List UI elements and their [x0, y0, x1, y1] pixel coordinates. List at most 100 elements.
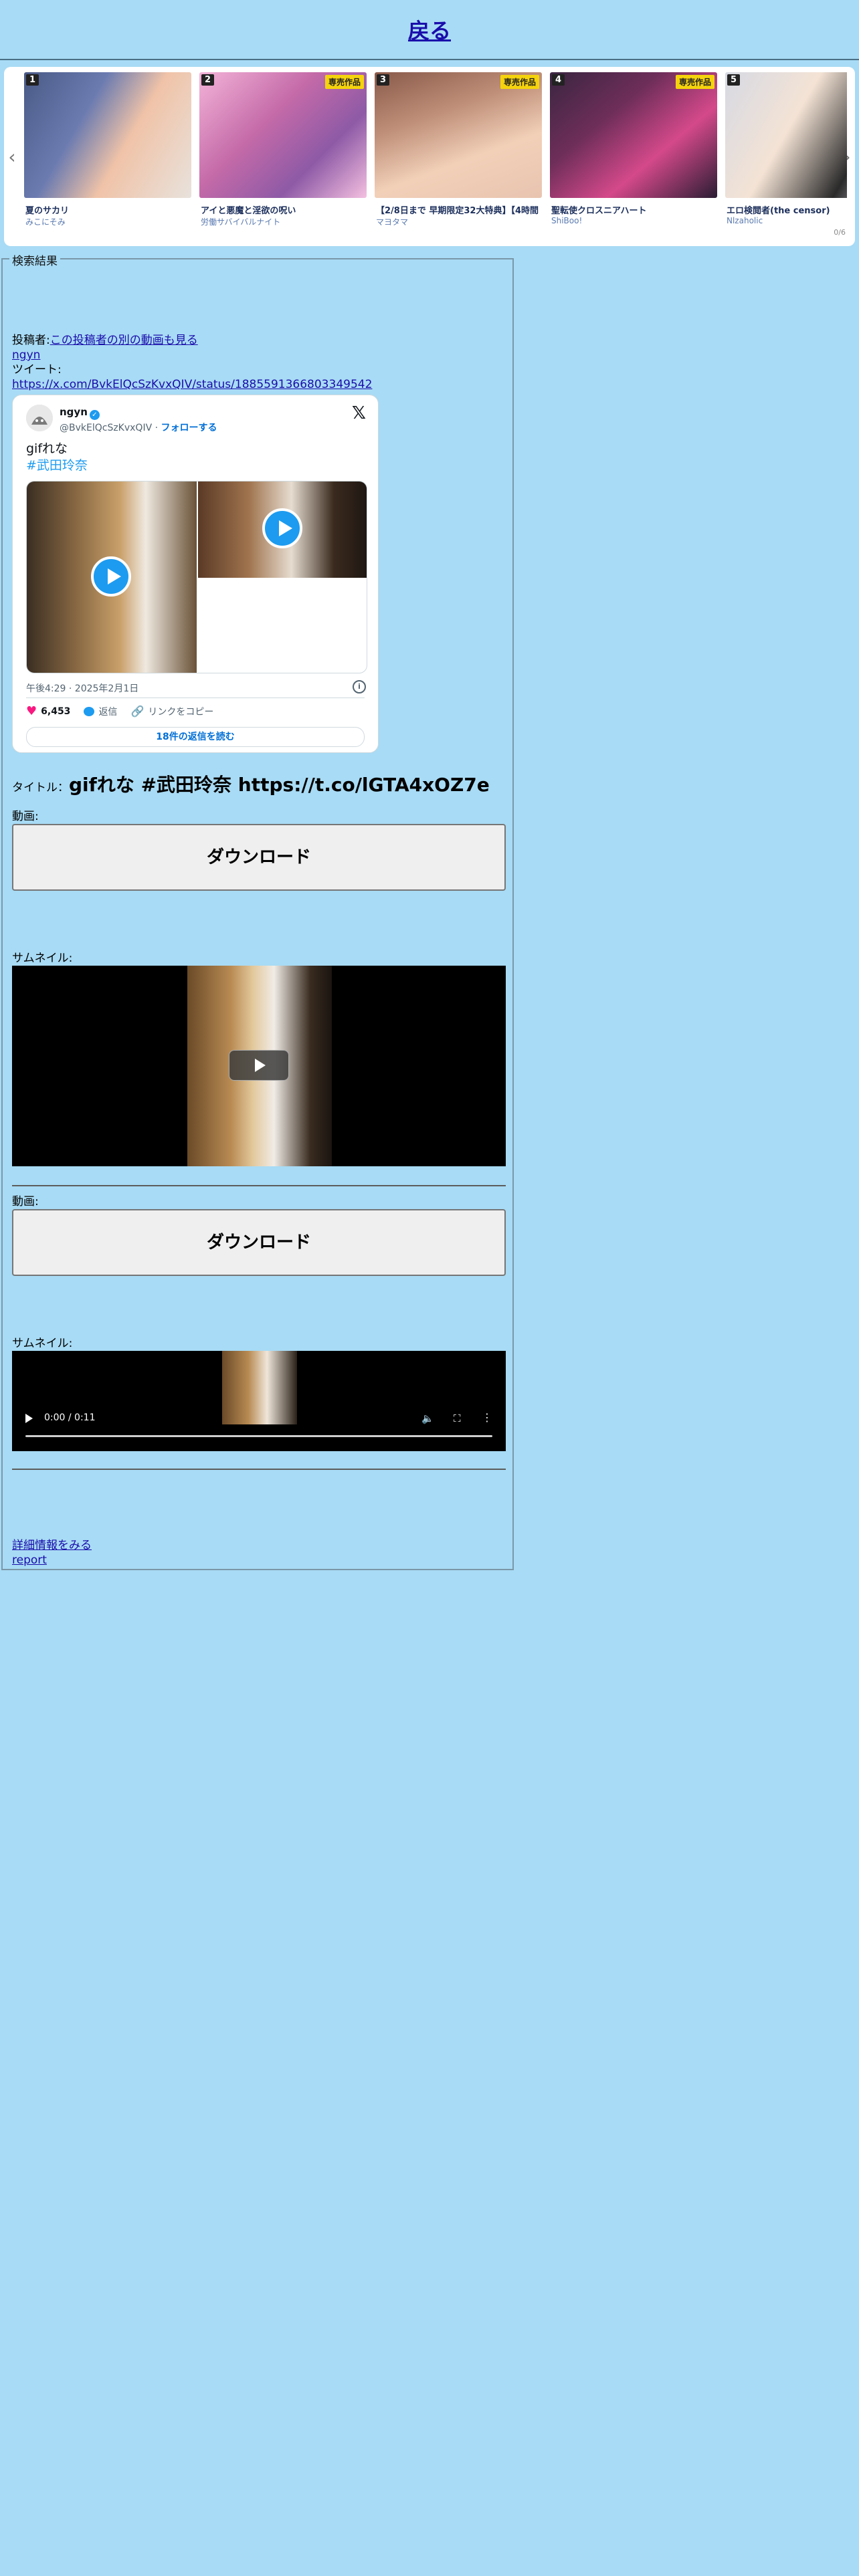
carousel-track: 1 夏のサカリ みこにそみ 2 専売作品 アイと悪魔と淫欲の呪い 労働サバイバル…	[24, 72, 847, 239]
card-circle[interactable]: マヨタマ	[376, 216, 542, 227]
tweet-video-2[interactable]	[198, 481, 367, 578]
reply-bubble-icon	[84, 706, 95, 716]
tweet-author-name[interactable]: ngyn	[60, 406, 88, 418]
carousel-card[interactable]: 2 専売作品 アイと悪魔と淫欲の呪い 労働サバイバルナイト	[199, 72, 367, 239]
tweet-actions: ♥ 6,453 返信 🔗 リンクをコピー	[26, 704, 213, 718]
card-rank: 2	[201, 74, 215, 86]
card-thumbnail[interactable]	[550, 72, 717, 198]
card-rank: 4	[552, 74, 565, 86]
card-rank: 5	[727, 74, 741, 86]
card-thumbnail[interactable]	[199, 72, 367, 198]
tweet-url-line: https://x.com/BvkElQcSzKvxQIV/status/188…	[12, 377, 372, 392]
info-icon[interactable]: i	[353, 680, 366, 693]
heart-icon: ♥	[26, 704, 37, 718]
copy-link-action[interactable]: 🔗 リンクをコピー	[130, 705, 213, 718]
section-divider	[12, 1469, 506, 1470]
handle-separator: ·	[155, 423, 159, 433]
tweet-handle-line: @BvkElQcSzKvxQIV · フォローする	[60, 421, 217, 434]
card-title[interactable]: 夏のサカリ	[25, 203, 191, 216]
card-badge: 専売作品	[500, 75, 539, 89]
tweet-embed: ngyn ✓ @BvkElQcSzKvxQIV · フォローする 𝕏 gifれな …	[12, 395, 379, 753]
poster-line: 投稿者:この投稿者の別の動画も見る	[12, 333, 198, 348]
report-line: report	[12, 1553, 47, 1568]
download-button[interactable]: ダウンロード	[12, 824, 506, 891]
play-icon[interactable]	[91, 556, 131, 597]
video-label: 動画:	[12, 810, 39, 823]
video-label: 動画:	[12, 1195, 39, 1208]
card-circle[interactable]: Nlzaholic	[727, 216, 847, 225]
page-header: 戻る	[0, 0, 859, 60]
video-player[interactable]: 0:00 / 0:11 🔈 ⛶ ⋮	[12, 1351, 506, 1451]
video-time: 0:00 / 0:11	[44, 1412, 96, 1423]
follow-link[interactable]: フォローする	[161, 423, 217, 433]
tweet-label: ツイート:	[12, 363, 62, 377]
back-link[interactable]: 戻る	[408, 14, 451, 45]
tweet-author-line: ngyn ✓	[60, 406, 100, 420]
thumbnail-label: サムネイル:	[12, 1337, 73, 1350]
card-title[interactable]: アイと悪魔と淫欲の呪い	[201, 203, 367, 216]
carousel-prev-icon[interactable]: ‹	[5, 146, 19, 168]
video-title-line: タイトル：gifれな #武田玲奈 https://t.co/lGTA4xOZ7e	[12, 770, 490, 797]
carousel-card[interactable]: 3 専売作品 【2/8日まで 早期限定32大特典】【4時間 マヨタマ	[375, 72, 542, 239]
video-frame	[222, 1351, 297, 1424]
video-title: gifれな #武田玲奈 https://t.co/lGTA4xOZ7e	[69, 774, 490, 796]
thumbnail-video-player[interactable]	[12, 966, 506, 1166]
poster-more-link[interactable]: この投稿者の別の動画も見る	[50, 334, 198, 347]
carousel-card[interactable]: 1 夏のサカリ みこにそみ	[24, 72, 191, 239]
seek-bar[interactable]	[25, 1435, 492, 1437]
avatar-image	[26, 405, 53, 431]
play-button-icon[interactable]	[229, 1050, 289, 1081]
section-divider	[12, 1185, 506, 1186]
card-circle[interactable]: ShiBoo!	[551, 216, 717, 225]
tweet-handle[interactable]: @BvkElQcSzKvxQIV	[60, 423, 152, 433]
download-button[interactable]: ダウンロード	[12, 1209, 506, 1276]
read-replies-button[interactable]: 18件の返信を読む	[26, 727, 365, 747]
tweet-media-grid	[26, 481, 367, 673]
ranking-carousel: ‹ › 1 夏のサカリ みこにそみ 2 専売作品 アイと悪魔と淫欲の呪い 労働サ…	[4, 67, 855, 246]
thumbnail-label: サムネイル:	[12, 952, 73, 965]
reply-action[interactable]: 返信	[84, 705, 117, 718]
tweet-text: gifれな #武田玲奈	[26, 441, 88, 474]
card-thumbnail[interactable]	[375, 72, 542, 198]
card-title[interactable]: 聖転使クロスニアハート	[551, 203, 717, 216]
report-link[interactable]: report	[12, 1553, 47, 1567]
tweet-video-1[interactable]	[27, 481, 197, 673]
poster-prefix: 投稿者:	[12, 334, 50, 347]
title-prefix: タイトル：	[12, 781, 69, 794]
card-circle[interactable]: みこにそみ	[25, 216, 191, 227]
card-title[interactable]: 【2/8日まで 早期限定32大特典】【4時間	[376, 203, 542, 216]
like-count: 6,453	[41, 706, 71, 717]
verified-badge-icon: ✓	[89, 410, 100, 420]
card-badge: 専売作品	[324, 75, 364, 89]
avatar[interactable]	[26, 405, 53, 431]
reply-label: 返信	[98, 706, 118, 718]
mute-icon[interactable]: 🔈	[421, 1412, 434, 1424]
link-icon: 🔗	[130, 705, 145, 718]
tweet-divider	[26, 697, 365, 698]
play-icon[interactable]	[262, 508, 302, 548]
details-link[interactable]: 詳細情報をみる	[12, 1539, 92, 1552]
search-results: 検索結果 投稿者:この投稿者の別の動画も見る ngyn ツイート: https:…	[1, 251, 514, 1570]
carousel-page-indicator: 0/6	[834, 228, 846, 237]
x-logo-icon[interactable]: 𝕏	[352, 403, 366, 423]
details-line: 詳細情報をみる	[12, 1538, 92, 1553]
carousel-card[interactable]: 4 専売作品 聖転使クロスニアハート ShiBoo!	[550, 72, 717, 239]
play-icon[interactable]	[25, 1414, 33, 1423]
carousel-card[interactable]: 5 エロ検閲者(the censor) Nlzaholic	[725, 72, 847, 239]
tweet-text-line: gifれな	[26, 441, 68, 456]
copy-link-label: リンクをコピー	[148, 706, 214, 718]
card-rank: 1	[26, 74, 39, 86]
like-action[interactable]: ♥ 6,453	[26, 704, 70, 718]
card-title[interactable]: エロ検閲者(the censor)	[727, 203, 847, 216]
results-legend: 検索結果	[9, 251, 60, 268]
tweet-timestamp[interactable]: 午後4:29 · 2025年2月1日	[26, 681, 138, 695]
card-circle[interactable]: 労働サバイバルナイト	[201, 216, 367, 227]
fullscreen-icon[interactable]: ⛶	[454, 1412, 461, 1424]
more-options-icon[interactable]: ⋮	[482, 1411, 492, 1424]
poster-name-link[interactable]: ngyn	[12, 348, 40, 362]
tweet-url-link[interactable]: https://x.com/BvkElQcSzKvxQIV/status/188…	[12, 378, 372, 391]
tweet-hashtag[interactable]: #武田玲奈	[26, 457, 88, 474]
poster-name-line: ngyn	[12, 348, 40, 362]
card-thumbnail[interactable]	[725, 72, 847, 198]
card-thumbnail[interactable]	[24, 72, 191, 198]
